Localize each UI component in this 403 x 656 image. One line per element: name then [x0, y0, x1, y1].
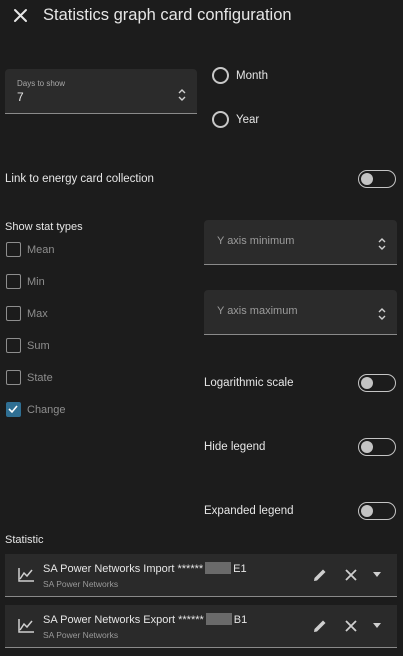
checkbox-change[interactable] [6, 402, 21, 417]
checkbox-min[interactable] [6, 274, 21, 289]
radio-year[interactable] [212, 111, 229, 128]
pencil-icon[interactable] [312, 567, 328, 583]
chart-line-icon [18, 568, 34, 582]
chevron-down-icon[interactable] [373, 572, 381, 578]
checkbox-state-label: State [27, 372, 53, 384]
y-axis-min-field[interactable]: Y axis minimum [204, 220, 397, 265]
checkmark-icon [8, 405, 18, 414]
pencil-icon[interactable] [312, 618, 328, 634]
y-axis-min-placeholder: Y axis minimum [217, 235, 295, 247]
checkbox-max-label: Max [27, 308, 48, 320]
days-to-show-field[interactable]: Days to show 7 [5, 69, 197, 114]
energy-link-toggle[interactable] [358, 170, 396, 188]
statistic-title: SA Power Networks Export ****** B1 [43, 613, 247, 626]
stepper-icon[interactable] [377, 237, 387, 251]
days-to-show-label: Days to show [17, 79, 66, 88]
chart-line-icon [18, 619, 34, 633]
statistic-title-suffix: B1 [233, 614, 248, 626]
statistic-title-text: SA Power Networks Import ****** [43, 563, 204, 575]
y-axis-max-placeholder: Y axis maximum [217, 305, 298, 317]
radio-month[interactable] [212, 67, 229, 84]
stepper-icon[interactable] [177, 88, 187, 102]
chevron-down-icon[interactable] [373, 623, 381, 629]
statistic-title-text: SA Power Networks Export ****** [43, 614, 204, 626]
close-icon[interactable] [344, 568, 358, 582]
page-title: Statistics graph card configuration [43, 6, 292, 24]
checkbox-min-label: Min [27, 276, 45, 288]
y-axis-max-field[interactable]: Y axis maximum [204, 290, 397, 335]
energy-link-label: Link to energy card collection [5, 173, 154, 185]
checkbox-max[interactable] [6, 306, 21, 321]
close-icon[interactable] [344, 619, 358, 633]
statistic-title-suffix: E1 [233, 563, 247, 575]
hide-legend-label: Hide legend [204, 441, 266, 453]
redaction-box [205, 562, 232, 574]
statistic-row-export[interactable]: SA Power Networks Export ****** B1 SA Pow… [5, 605, 397, 648]
checkbox-mean-label: Mean [27, 244, 55, 256]
stat-types-heading: Show stat types [5, 221, 83, 233]
statistic-subtitle: SA Power Networks [43, 579, 119, 589]
checkbox-change-label: Change [27, 404, 66, 416]
stepper-icon[interactable] [377, 307, 387, 321]
close-icon[interactable] [10, 5, 32, 27]
statistic-subtitle: SA Power Networks [43, 630, 119, 640]
checkbox-state[interactable] [6, 370, 21, 385]
checkbox-sum-label: Sum [27, 340, 50, 352]
days-to-show-value: 7 [17, 90, 24, 104]
checkbox-mean[interactable] [6, 242, 21, 257]
expanded-legend-label: Expanded legend [204, 505, 294, 517]
expanded-legend-toggle[interactable] [358, 502, 396, 520]
logarithmic-scale-label: Logarithmic scale [204, 377, 294, 389]
statistic-title: SA Power Networks Import ****** E1 [43, 562, 247, 575]
statistic-row-import[interactable]: SA Power Networks Import ****** E1 SA Pow… [5, 554, 397, 597]
checkbox-sum[interactable] [6, 338, 21, 353]
statistic-heading: Statistic [5, 534, 44, 546]
radio-month-label: Month [236, 70, 268, 82]
radio-year-label: Year [236, 114, 260, 126]
redaction-box [205, 613, 232, 625]
hide-legend-toggle[interactable] [358, 438, 396, 456]
logarithmic-scale-toggle[interactable] [358, 374, 396, 392]
